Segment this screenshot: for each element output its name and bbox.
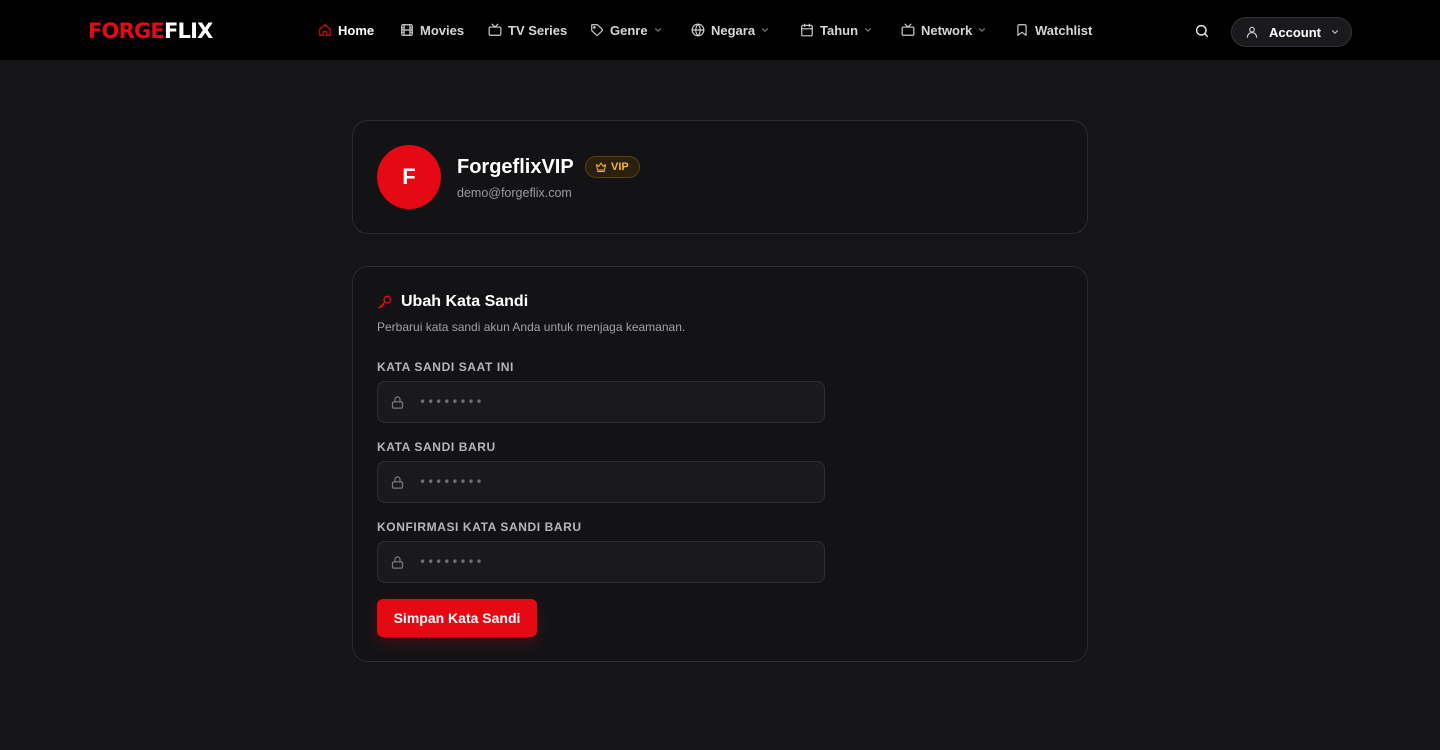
vip-badge: VIP xyxy=(585,156,640,178)
section-title: Ubah Kata Sandi xyxy=(377,293,528,311)
profile-username: ForgeflixVIP xyxy=(457,156,574,178)
nav-item-tv-series[interactable]: TV Series xyxy=(488,0,567,60)
nav-item-movies[interactable]: Movies xyxy=(400,0,464,60)
logo-text-flix: FLIX xyxy=(163,19,213,43)
vip-badge-label: VIP xyxy=(611,161,629,173)
user-icon xyxy=(1246,26,1258,38)
lock-icon xyxy=(391,396,404,409)
logo-text-forge: FORGE xyxy=(88,19,165,43)
nav-label-tv-series: TV Series xyxy=(508,22,568,38)
nav-item-home[interactable]: Home xyxy=(318,0,374,60)
nav-label-negara: Negara xyxy=(711,22,756,38)
save-password-button[interactable]: Simpan Kata Sandi xyxy=(377,599,537,637)
film-icon xyxy=(401,24,413,36)
crown-icon xyxy=(596,162,606,172)
profile-card: F ForgeflixVIP VIP demo@forgeflix.com xyxy=(352,120,1088,234)
current-password-input[interactable] xyxy=(419,382,814,422)
nav-item-tahun[interactable]: Tahun xyxy=(800,0,873,60)
chevron-down-icon xyxy=(1331,30,1339,34)
bookmark-icon xyxy=(1017,24,1027,36)
nav-label-home: Home xyxy=(338,22,375,38)
nav-label-watchlist: Watchlist xyxy=(1035,22,1093,38)
top-navigation-bar: FORGEFLIX Home Movies TV Series Genre Ne… xyxy=(0,0,1440,60)
tv-icon xyxy=(901,23,915,36)
chevron-down-icon xyxy=(865,28,872,32)
nav-label-genre: Genre xyxy=(610,22,648,38)
section-description: Perbarui kata sandi akun Anda untuk menj… xyxy=(377,320,686,334)
profile-email: demo@forgeflix.com xyxy=(457,186,572,200)
new-password-input[interactable] xyxy=(419,462,814,502)
confirm-password-label: KONFIRMASI KATA SANDI BARU xyxy=(377,520,582,534)
new-password-label: KATA SANDI BARU xyxy=(377,440,496,454)
account-button[interactable]: Account xyxy=(1231,17,1352,47)
new-password-field-wrapper xyxy=(377,461,825,503)
nav-item-genre[interactable]: Genre xyxy=(590,0,663,60)
chevron-down-icon xyxy=(654,28,661,32)
current-password-field-wrapper xyxy=(377,381,825,423)
lock-icon xyxy=(391,476,404,489)
confirm-password-input[interactable] xyxy=(419,542,814,582)
chevron-down-icon xyxy=(762,28,769,32)
nav-item-negara[interactable]: Negara xyxy=(691,0,770,60)
chevron-down-icon xyxy=(979,28,986,32)
tv-icon xyxy=(488,23,502,36)
current-password-label: KATA SANDI SAAT INI xyxy=(377,360,514,374)
calendar-icon xyxy=(801,23,813,37)
nav-item-watchlist[interactable]: Watchlist xyxy=(1015,0,1092,60)
change-password-card: Ubah Kata Sandi Perbarui kata sandi akun… xyxy=(352,266,1088,662)
key-icon xyxy=(378,295,392,309)
lock-icon xyxy=(391,556,404,569)
search-icon[interactable] xyxy=(1194,23,1210,39)
home-icon xyxy=(319,24,331,36)
nav-label-movies: Movies xyxy=(420,22,465,38)
forgeflix-logo[interactable]: FORGEFLIX xyxy=(88,18,213,44)
tag-icon xyxy=(591,24,603,36)
nav-label-network: Network xyxy=(921,22,973,38)
nav-item-network[interactable]: Network xyxy=(901,0,987,60)
nav-label-tahun: Tahun xyxy=(820,22,859,38)
globe-icon xyxy=(691,23,705,37)
section-title-text: Ubah Kata Sandi xyxy=(401,293,529,310)
avatar: F xyxy=(377,145,441,209)
account-label: Account xyxy=(1269,24,1321,40)
confirm-password-field-wrapper xyxy=(377,541,825,583)
